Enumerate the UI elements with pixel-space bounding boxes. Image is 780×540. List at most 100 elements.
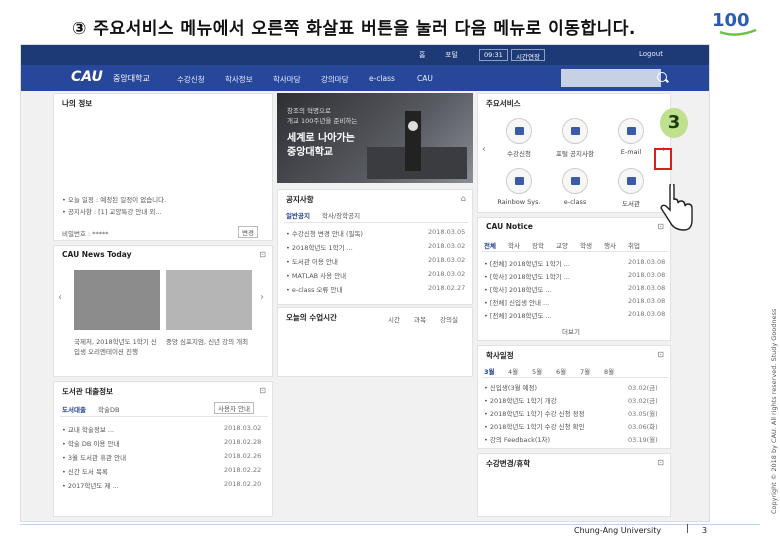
- services-prev-arrow-icon[interactable]: ‹: [482, 144, 486, 155]
- more-icon[interactable]: ⊡: [259, 386, 266, 395]
- month-tab[interactable]: 5월: [532, 366, 542, 376]
- mail-icon[interactable]: [618, 118, 644, 144]
- notice-row[interactable]: • 2018학년도 1학기 ...: [286, 242, 353, 252]
- month-tab[interactable]: 4월: [508, 366, 518, 376]
- cau-100-logo: 100: [712, 10, 757, 36]
- tab-all[interactable]: 전체: [484, 240, 496, 250]
- banner-headline: 세계로 나아가는: [287, 133, 355, 144]
- library-row[interactable]: • 학술 DB 이용 안내: [62, 438, 119, 448]
- notice-row[interactable]: • MATLAB 사용 안내: [286, 270, 346, 280]
- nav-item[interactable]: 강의마당: [321, 74, 349, 85]
- notice-date: 2018.03.02: [428, 270, 466, 278]
- cau-notice-row[interactable]: • [전체] 2018학년도 1학기 ...: [484, 258, 570, 268]
- home-link[interactable]: 홈: [419, 50, 425, 60]
- logout-link[interactable]: Logout: [639, 50, 663, 58]
- news-photo[interactable]: [74, 270, 160, 330]
- tab-academic[interactable]: 학사/장학공지: [322, 210, 360, 220]
- more-icon[interactable]: ⊡: [259, 250, 266, 259]
- next-arrow-icon[interactable]: ›: [260, 292, 264, 303]
- cau-notice-row[interactable]: • [전체] 신입생 안내 ...: [484, 297, 549, 307]
- tab-student[interactable]: 학생: [580, 240, 592, 250]
- tab-liberal[interactable]: 교양: [556, 240, 568, 250]
- schedule-row[interactable]: • 강의 Feedback(1차): [484, 434, 550, 444]
- more-link[interactable]: 더보기: [562, 326, 580, 336]
- course-icon[interactable]: [506, 118, 532, 144]
- divider: [60, 416, 268, 417]
- today-class-title: 오늘의 수업시간: [286, 313, 337, 322]
- notice-date: 2018.03.05: [428, 228, 466, 236]
- nav-item[interactable]: 학사마당: [273, 74, 301, 85]
- schedule-row[interactable]: • 2018학년도 1학기 수강 신청 정정: [484, 408, 585, 418]
- tab-book[interactable]: 도서대출: [62, 404, 86, 414]
- library-row[interactable]: • 신간 도서 목록: [62, 466, 108, 476]
- session-timer: 09:31: [479, 49, 508, 61]
- schedule-date: 03.19(월): [628, 436, 658, 444]
- service-label[interactable]: 포털 공지사항: [550, 148, 600, 158]
- search-icon[interactable]: [657, 72, 667, 82]
- cau-notice-title: CAU Notice: [486, 222, 533, 231]
- footer-line: [20, 524, 760, 525]
- cau-notice-date: 2018.03.08: [628, 271, 666, 279]
- eclass-icon[interactable]: [562, 168, 588, 194]
- cau-brand[interactable]: CAU: [71, 69, 103, 85]
- tab-db[interactable]: 학술DB: [98, 404, 119, 414]
- tab-general[interactable]: 일반공지: [286, 210, 310, 220]
- month-tab[interactable]: 8월: [604, 366, 614, 376]
- library-date: 2018.02.20: [224, 480, 262, 488]
- library-date: 2018.02.28: [224, 438, 262, 446]
- prev-arrow-icon[interactable]: ‹: [58, 292, 62, 303]
- library-icon[interactable]: [618, 168, 644, 194]
- tab-job[interactable]: 취업: [628, 240, 640, 250]
- service-label[interactable]: Rainbow Sys.: [494, 198, 544, 206]
- service-label[interactable]: e-class: [550, 198, 600, 206]
- bell-icon[interactable]: [562, 118, 588, 144]
- more-icon[interactable]: ⊡: [657, 350, 664, 359]
- schedule-date: 03.05(월): [628, 410, 658, 418]
- cau-notice-row[interactable]: • [학사] 2018학년도 ...: [484, 284, 552, 294]
- news-photo[interactable]: [166, 270, 252, 330]
- schedule-row[interactable]: • 2018학년도 1학기 개강: [484, 395, 557, 405]
- notice-row[interactable]: • 도서관 이용 안내: [286, 256, 338, 266]
- library-row[interactable]: • 3월 도서관 휴관 안내: [62, 452, 126, 462]
- divider: [482, 251, 668, 252]
- rainbow-icon[interactable]: [506, 168, 532, 194]
- extend-button[interactable]: 시간연장: [511, 49, 545, 61]
- home-icon[interactable]: ⌂: [461, 194, 466, 203]
- more-icon[interactable]: ⊡: [657, 458, 664, 467]
- divider: [284, 222, 468, 223]
- schedule-date: 03.02(금): [628, 384, 658, 392]
- library-guide-button[interactable]: 사용자 안내: [214, 402, 254, 414]
- library-row[interactable]: • 교내 학술정보 ...: [62, 424, 114, 434]
- service-label[interactable]: E-mail: [606, 148, 656, 156]
- password-change-button[interactable]: 변경: [238, 226, 258, 238]
- news-caption[interactable]: 국제처, 2018학년도 1학기 신입생 오리엔테이션 진행: [74, 336, 160, 356]
- cau-notice-row[interactable]: • [학사] 2018학년도 1학기 ...: [484, 271, 570, 281]
- notice-row[interactable]: • e-class 오류 안내: [286, 284, 342, 294]
- copyright-vertical: Copyright © 2018 by CAU. All rights rese…: [764, 220, 778, 520]
- schedule-row[interactable]: • 2018학년도 1학기 수강 신청 확인: [484, 421, 585, 431]
- month-tab[interactable]: 6월: [556, 366, 566, 376]
- clock-tower-shape: [405, 111, 421, 171]
- schedule-row[interactable]: • 신입생(3월 예정): [484, 382, 537, 392]
- tab-event[interactable]: 행사: [604, 240, 616, 250]
- library-row[interactable]: • 2017학년도 제 ...: [62, 480, 119, 490]
- banner-line: 개교 100주년을 준비하는: [287, 117, 358, 125]
- month-tab[interactable]: 3월: [484, 366, 495, 376]
- portal-link[interactable]: 포털: [445, 50, 458, 60]
- nav-item[interactable]: 수강신청: [177, 74, 205, 85]
- nav-item[interactable]: 학사정보: [225, 74, 253, 85]
- cau-brand-sub: 중앙대학교: [113, 74, 150, 83]
- schedule-title: 학사일정: [486, 351, 514, 360]
- nav-item[interactable]: e-class: [369, 74, 395, 83]
- promo-banner[interactable]: 창조의 혁명으로 개교 100주년을 준비하는 세계로 나아가는 중앙대학교: [277, 93, 473, 183]
- tab-academic[interactable]: 학사: [508, 240, 520, 250]
- service-label[interactable]: 도서관: [606, 198, 656, 208]
- news-caption[interactable]: 중앙 심포지엄, 신년 강의 개최: [166, 336, 252, 346]
- month-tab[interactable]: 7월: [580, 366, 590, 376]
- tab-scholarship[interactable]: 장학: [532, 240, 544, 250]
- cau-notice-row[interactable]: • [전체] 2018학년도 ...: [484, 310, 552, 320]
- notice-row[interactable]: • 수강신청 변경 안내 (필독): [286, 228, 363, 238]
- nav-item[interactable]: CAU: [417, 74, 433, 83]
- search-bar[interactable]: [561, 69, 661, 87]
- service-label[interactable]: 수강신청: [494, 148, 544, 158]
